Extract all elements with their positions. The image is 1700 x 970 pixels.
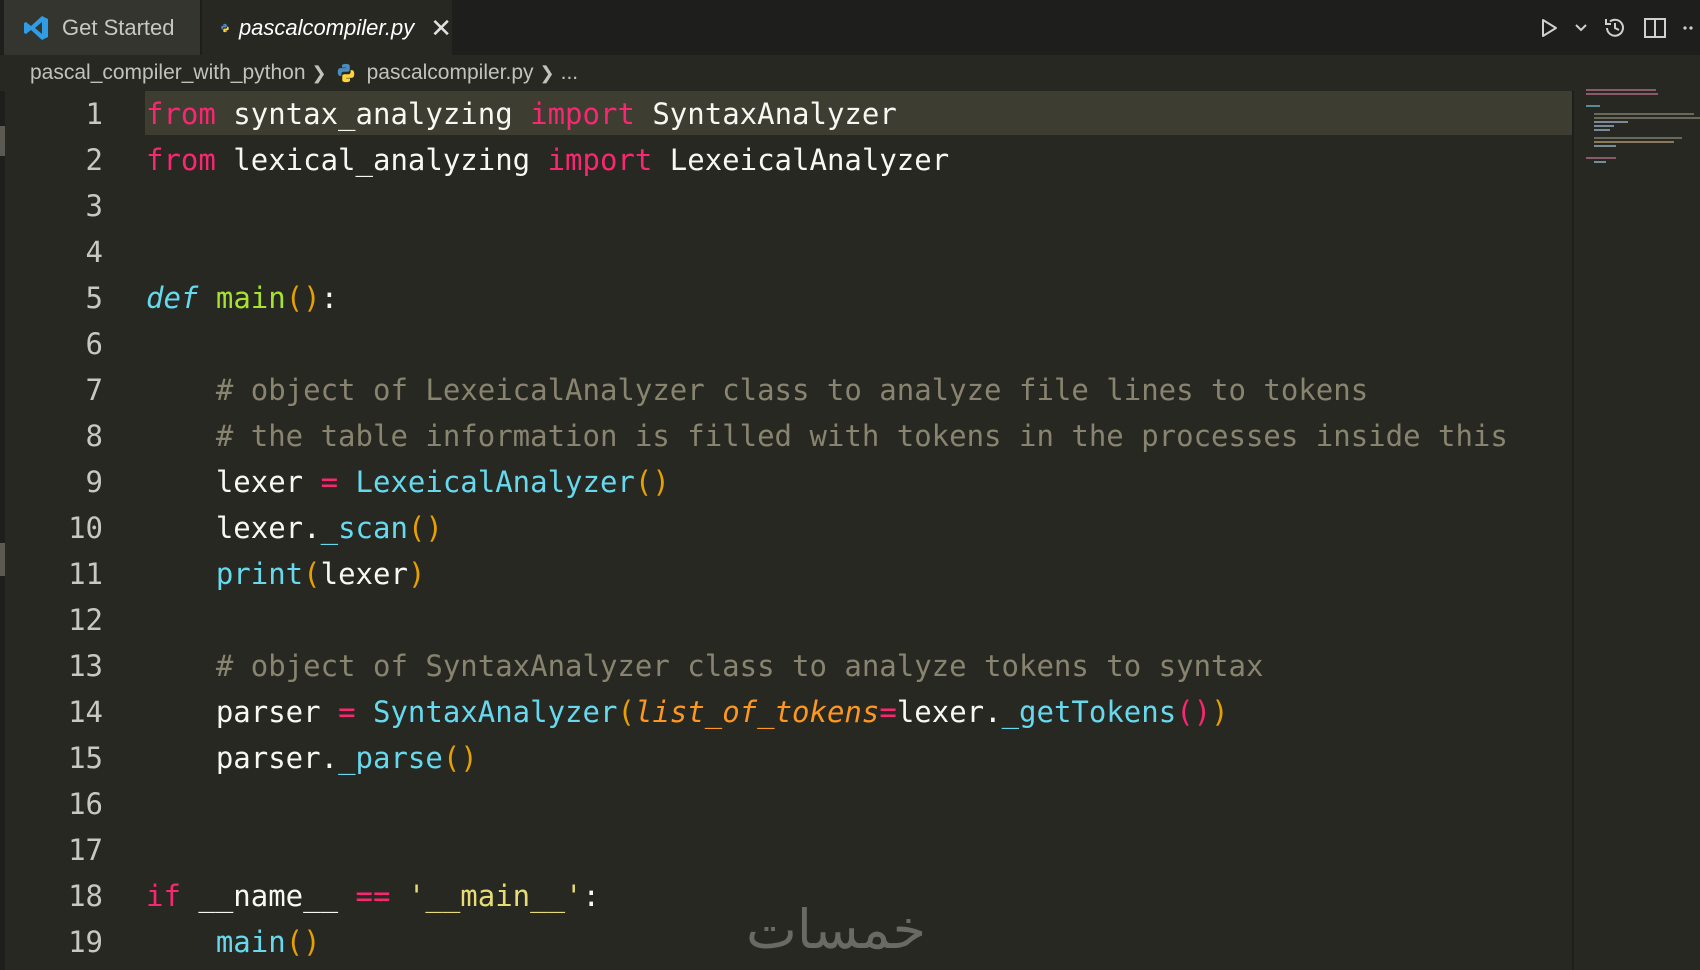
code-line: 14 parser = SyntaxAnalyzer(list_of_token… [0, 689, 1572, 735]
breadcrumb: pascal_compiler_with_python ❯ pascalcomp… [0, 55, 1700, 91]
line-number: 2 [85, 143, 103, 177]
minimap-line [1594, 117, 1700, 119]
code-text: print(lexer) [215, 557, 426, 591]
code-line: 7 # object of LexeicalAnalyzer class to … [0, 367, 1572, 413]
line-number: 6 [85, 327, 103, 361]
split-editor-icon[interactable] [1642, 15, 1668, 41]
line-number: 15 [68, 741, 103, 775]
code-text: if __name__ == '__main__': [146, 879, 600, 913]
minimap-line [1594, 137, 1682, 139]
code-line: 4 [0, 229, 1572, 275]
line-number: 8 [85, 419, 103, 453]
line-number: 14 [68, 695, 103, 729]
code-line: 5 def main(): [0, 275, 1572, 321]
minimap-line [1594, 129, 1610, 131]
line-number: 18 [68, 879, 103, 913]
run-icon[interactable] [1538, 17, 1560, 39]
line-number: 1 [85, 97, 103, 131]
code-text: main() [215, 925, 321, 959]
tab-get-started[interactable]: Get Started [4, 0, 200, 55]
minimap-line [1594, 145, 1616, 147]
breadcrumb-more[interactable]: ... [561, 61, 579, 85]
code-line: 8 # the table information is filled with… [0, 413, 1572, 459]
code-line: 12 [0, 597, 1572, 643]
line-number: 10 [68, 511, 103, 545]
chevron-right-icon: ❯ [539, 62, 555, 83]
tab-pascalcompiler[interactable]: pascalcompiler.py ✕ [202, 0, 452, 55]
code-line: 15 parser._parse() [0, 735, 1572, 781]
watermark-logo: خمسات [746, 898, 927, 961]
breadcrumb-file[interactable]: pascalcompiler.py [367, 61, 534, 85]
code-line: 2 from lexical_analyzing import Lexeical… [0, 137, 1572, 183]
line-number: 13 [68, 649, 103, 683]
code-text: from syntax_analyzing import SyntaxAnaly… [146, 97, 897, 131]
code-text: # the table information is filled with t… [215, 419, 1508, 453]
line-number: 3 [85, 189, 103, 223]
line-number: 12 [68, 603, 103, 637]
timeline-icon[interactable] [1602, 15, 1628, 41]
code-line: 17 [0, 827, 1572, 873]
python-icon [221, 23, 229, 32]
code-text: lexer = LexeicalAnalyzer() [215, 465, 670, 499]
line-number: 7 [85, 373, 103, 407]
minimap-line [1586, 157, 1616, 159]
minimap-line [1594, 125, 1614, 127]
code-text: parser = SyntaxAnalyzer(list_of_tokens=l… [215, 695, 1229, 729]
code-line: 1 from syntax_analyzing import SyntaxAna… [0, 91, 1572, 137]
code-line: 9 lexer = LexeicalAnalyzer() [0, 459, 1572, 505]
minimap-line [1586, 89, 1656, 91]
minimap-line [1594, 141, 1674, 143]
minimap[interactable] [1586, 89, 1700, 169]
minimap-line [1594, 113, 1694, 115]
close-icon[interactable]: ✕ [430, 15, 452, 41]
line-number: 4 [85, 235, 103, 269]
minimap-line [1594, 121, 1628, 123]
tab-label: pascalcompiler.py [238, 14, 415, 40]
minimap-line [1594, 161, 1606, 163]
line-number: 17 [68, 833, 103, 867]
code-text: def main(): [146, 281, 339, 315]
tab-label: Get Started [62, 14, 175, 40]
minimap-line [1586, 105, 1600, 107]
code-line: 10 lexer._scan() [0, 505, 1572, 551]
code-line: 3 [0, 183, 1572, 229]
run-dropdown-icon[interactable] [1574, 17, 1588, 39]
code-text: # object of LexeicalAnalyzer class to an… [215, 373, 1369, 407]
code-line: 11 print(lexer) [0, 551, 1572, 597]
line-number: 16 [68, 787, 103, 821]
line-number: 11 [68, 557, 103, 591]
line-number: 9 [85, 465, 103, 499]
chevron-right-icon: ❯ [311, 62, 327, 83]
minimap-border [1572, 91, 1574, 970]
line-number: 5 [85, 281, 103, 315]
code-line: 13 # object of SyntaxAnalyzer class to a… [0, 643, 1572, 689]
python-icon [337, 63, 354, 83]
tab-bar: Get Started pascalcompiler.py ✕ [0, 0, 1700, 55]
code-line: 6 [0, 321, 1572, 367]
more-actions-icon[interactable] [1682, 17, 1696, 39]
editor-actions [1538, 0, 1700, 55]
code-line: 16 [0, 781, 1572, 827]
line-number: 19 [68, 925, 103, 959]
code-text: parser._parse() [215, 741, 478, 775]
minimap-line [1586, 93, 1658, 95]
code-text: lexer._scan() [215, 511, 443, 545]
code-text: from lexical_analyzing import LexeicalAn… [146, 143, 950, 177]
breadcrumb-folder[interactable]: pascal_compiler_with_python [30, 61, 306, 85]
code-text: # object of SyntaxAnalyzer class to anal… [215, 649, 1264, 683]
vscode-icon [24, 15, 48, 40]
